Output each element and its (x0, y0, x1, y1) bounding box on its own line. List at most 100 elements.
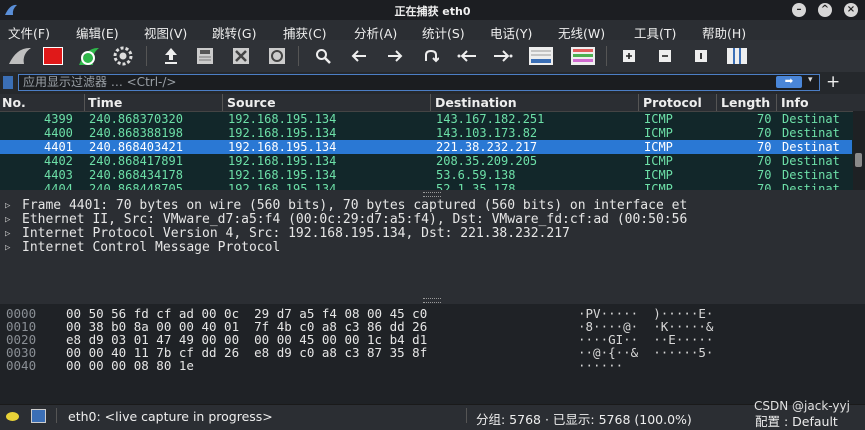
packet-row[interactable]: 4403 240.868434178 192.168.195.134 53.6.… (0, 168, 852, 182)
go-back-arrow-left-icon[interactable] (348, 45, 370, 67)
reload-file-icon[interactable] (266, 45, 288, 67)
byte-hex[interactable]: 00 00 00 08 80 1e (66, 359, 194, 372)
column-header-source[interactable]: Source (227, 95, 276, 110)
packet-no: 4404 (44, 182, 73, 190)
go-first-packet-icon[interactable] (456, 45, 478, 67)
save-file-icon[interactable] (194, 45, 216, 67)
colorize-icon[interactable] (570, 45, 596, 67)
expand-arrow-icon[interactable]: ▷ (5, 199, 10, 213)
stop-capture-icon[interactable] (42, 45, 64, 67)
packet-row-selected[interactable]: 4401 240.868403421 192.168.195.134 221.3… (0, 140, 852, 154)
column-header-protocol[interactable]: Protocol (643, 95, 702, 110)
packet-info: Destinat (782, 112, 840, 126)
find-packet-search-icon[interactable] (312, 45, 334, 67)
packet-source: 192.168.195.134 (228, 126, 337, 140)
status-separator (56, 408, 57, 423)
menu-bar: 文件(F) 编辑(E) 视图(V) 跳转(G) 捕获(C) 分析(A) 统计(S… (0, 20, 865, 41)
packet-info: Destinat (782, 182, 840, 190)
zoom-in-icon[interactable] (618, 45, 640, 67)
go-last-packet-icon[interactable] (492, 45, 514, 67)
byte-ascii[interactable]: ······ (578, 359, 623, 372)
packet-info: Destinat (782, 126, 840, 140)
packet-time: 240.868388198 (89, 126, 183, 140)
close-file-icon[interactable] (230, 45, 252, 67)
watermark-text: CSDN @jack-yyj (754, 399, 850, 413)
display-filter-input[interactable]: 应用显示过滤器 … <Ctrl-/> (18, 74, 820, 91)
start-capture-fin-icon[interactable] (6, 45, 34, 67)
column-divider (430, 94, 431, 111)
packet-length: 70 (757, 154, 772, 168)
packet-row[interactable]: 4404 240.868448705 192.168.195.134 52.1.… (0, 182, 852, 190)
column-header-time[interactable]: Time (88, 95, 122, 110)
packet-length: 70 (757, 140, 772, 154)
splitter-grip-icon (423, 298, 441, 303)
zoom-out-icon[interactable] (654, 45, 676, 67)
packet-time: 240.868434178 (89, 168, 183, 182)
expand-arrow-icon[interactable]: ▷ (5, 241, 10, 255)
expert-info-led-icon[interactable] (6, 412, 19, 421)
profile-status[interactable]: 配置 : Default (755, 411, 838, 430)
packet-time: 240.868403421 (89, 140, 183, 154)
column-header-no[interactable]: No. (2, 95, 26, 110)
packet-protocol: ICMP (644, 112, 673, 126)
packet-protocol: ICMP (644, 168, 673, 182)
pane-splitter[interactable] (0, 190, 865, 198)
apply-filter-arrow-icon[interactable]: ➡ (776, 76, 802, 88)
packet-protocol: ICMP (644, 154, 673, 168)
column-header-destination[interactable]: Destination (435, 95, 517, 110)
detail-text: Internet Protocol Version 4, Src: 192.16… (22, 226, 570, 241)
main-toolbar (0, 40, 865, 73)
detail-text: Frame 4401: 70 bytes on wire (560 bits),… (22, 198, 688, 213)
pane-splitter[interactable] (0, 296, 865, 304)
toolbar-separator (298, 46, 299, 66)
packet-bytes: 0000 00 50 56 fd cf ad 00 0c 29 d7 a5 f4… (0, 304, 865, 404)
filter-history-chevron-down-icon[interactable]: ▾ (808, 75, 813, 85)
packet-list-scrollbar[interactable] (853, 111, 865, 190)
column-divider (84, 94, 85, 111)
auto-scroll-icon[interactable] (528, 45, 554, 67)
title-bar: 正在捕获 eth0 – ^ × (0, 0, 865, 20)
packet-length: 70 (757, 182, 772, 190)
packet-row[interactable]: 4402 240.868417891 192.168.195.134 208.3… (0, 154, 852, 168)
packet-row[interactable]: 4399 240.868370320 192.168.195.134 143.1… (0, 112, 852, 126)
expand-arrow-icon[interactable]: ▷ (5, 227, 10, 241)
add-filter-button-plus-icon[interactable]: + (826, 72, 840, 92)
packet-time: 240.868448705 (89, 182, 183, 190)
maximize-icon[interactable]: ^ (818, 3, 832, 17)
column-header-info[interactable]: Info (781, 95, 809, 110)
packet-no: 4400 (44, 126, 73, 140)
status-separator (466, 408, 467, 423)
packet-time: 240.868370320 (89, 112, 183, 126)
packet-row[interactable]: 4400 240.868388198 192.168.195.134 143.1… (0, 126, 852, 140)
toolbar-separator (606, 46, 607, 66)
packet-protocol: ICMP (644, 182, 673, 190)
capture-comment-edit-icon[interactable] (31, 409, 46, 423)
restart-capture-icon[interactable] (76, 45, 102, 67)
column-divider (638, 94, 639, 111)
byte-offset: 0040 (6, 358, 37, 373)
minimize-icon[interactable]: – (792, 3, 806, 17)
go-forward-arrow-right-icon[interactable] (384, 45, 406, 67)
packet-protocol: ICMP (644, 126, 673, 140)
packet-source: 192.168.195.134 (228, 140, 337, 154)
detail-text: Internet Control Message Protocol (22, 240, 281, 255)
packet-destination: 208.35.209.205 (436, 154, 538, 168)
packet-info: Destinat (782, 168, 840, 182)
packet-list-scroll-thumb[interactable] (855, 153, 862, 167)
resize-columns-icon[interactable] (726, 45, 748, 67)
packet-no: 4399 (44, 112, 73, 126)
packet-destination: 221.38.232.217 (436, 140, 538, 154)
zoom-normal-icon[interactable] (690, 45, 712, 67)
filter-bookmark-icon[interactable] (3, 76, 13, 89)
packet-length: 70 (757, 126, 772, 140)
expand-arrow-icon[interactable]: ▷ (5, 213, 10, 227)
column-header-length[interactable]: Length (721, 95, 770, 110)
go-to-packet-icon[interactable] (420, 45, 442, 67)
close-icon[interactable]: × (844, 3, 858, 17)
splitter-grip-icon (423, 192, 441, 197)
packet-info: Destinat (782, 154, 840, 168)
status-bar: eth0: <live capture in progress> 分组: 576… (0, 404, 865, 429)
capture-options-gear-icon[interactable] (112, 45, 134, 67)
packet-source: 192.168.195.134 (228, 154, 337, 168)
open-file-icon[interactable] (160, 45, 182, 67)
